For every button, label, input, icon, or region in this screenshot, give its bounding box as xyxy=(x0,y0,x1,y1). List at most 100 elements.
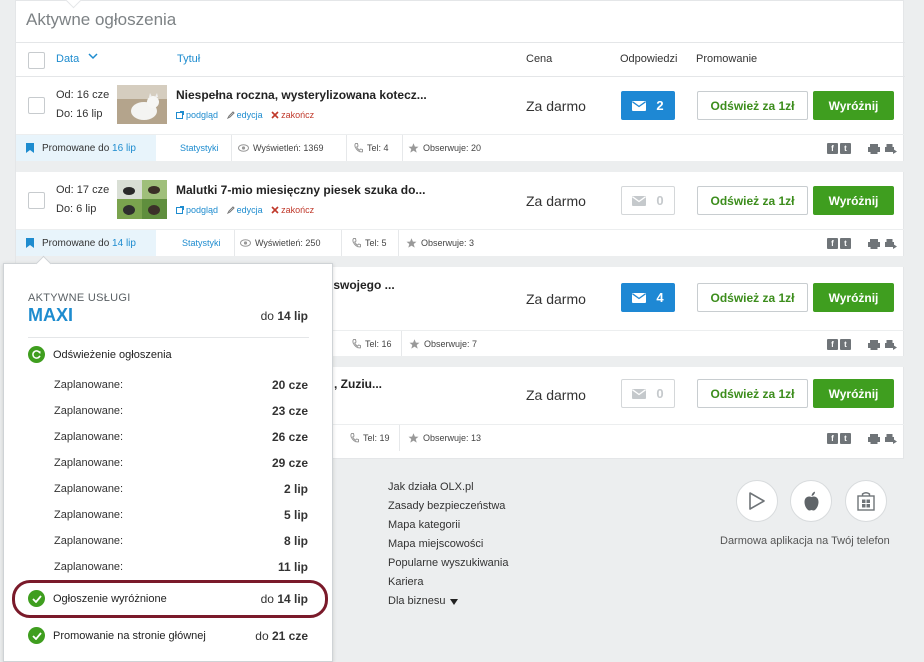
replies-button[interactable]: 2 xyxy=(621,91,675,120)
eye-icon xyxy=(238,144,249,152)
report-icon[interactable] xyxy=(885,339,897,350)
feature-button[interactable]: Wyróżnij xyxy=(813,186,894,215)
package-name: MAXI xyxy=(28,305,73,325)
listing-checkbox[interactable] xyxy=(28,192,45,209)
star-icon xyxy=(408,433,419,443)
replies-button[interactable]: 4 xyxy=(621,283,675,312)
refresh-button[interactable]: Odśwież za 1zł xyxy=(697,379,808,408)
listing-row: Od: 17 cze Do: 6 lip Malutki 7-mio miesi… xyxy=(16,172,905,229)
preview-link[interactable]: podgląd xyxy=(176,205,218,215)
watch-stat: Obserwuje: 13 xyxy=(408,433,481,443)
twitter-icon[interactable]: t xyxy=(840,433,851,444)
statistics-link[interactable]: Statystyki xyxy=(182,238,221,248)
print-icon[interactable] xyxy=(868,238,880,249)
listing-thumbnail[interactable] xyxy=(117,180,167,219)
promo-cell[interactable]: Promowane do 14 lip xyxy=(16,230,156,256)
phone-stat: Tel: 4 xyxy=(354,143,389,153)
feature-button[interactable]: Wyróżnij xyxy=(813,283,894,312)
feature-button[interactable]: Wyróżnij xyxy=(813,91,894,120)
scheduled-date: 23 cze xyxy=(271,404,308,418)
separator xyxy=(234,230,235,256)
envelope-icon xyxy=(632,388,647,399)
facebook-icon[interactable]: f xyxy=(827,339,838,350)
scheduled-date: 29 cze xyxy=(271,456,308,470)
listing-title-link[interactable]: Niespełna roczna, wysterylizowana kotecz… xyxy=(176,88,427,102)
watch-count: Obserwuje: 13 xyxy=(423,433,482,443)
windows-store-icon[interactable] xyxy=(845,480,887,522)
refresh-service-label: Odświeżenie ogłoszenia xyxy=(53,348,172,361)
promo-label: Promowane do 16 lip xyxy=(42,143,136,154)
phone-stat: Tel: 5 xyxy=(352,238,387,248)
scheduled-date: 8 lip xyxy=(283,534,308,548)
print-icon[interactable] xyxy=(868,143,880,154)
twitter-icon[interactable]: t xyxy=(840,143,851,154)
end-link[interactable]: zakończ xyxy=(271,205,314,215)
share-icons: f t xyxy=(827,339,851,350)
footer-link-business[interactable]: Dla biznesu xyxy=(388,592,508,611)
refresh-button[interactable]: Odśwież za 1zł xyxy=(697,186,808,215)
homepage-service-label: Promowanie na stronie głównej xyxy=(53,629,206,642)
promo-date: 14 lip xyxy=(112,237,136,249)
preview-link-label: podgląd xyxy=(186,110,219,120)
footer-links: Jak działa OLX.pl Zasady bezpieczeństwa … xyxy=(388,478,508,611)
scheduled-date: 2 lip xyxy=(283,482,308,496)
edit-link[interactable]: edycja xyxy=(226,110,263,120)
watch-stat: Obserwuje: 3 xyxy=(406,238,474,248)
share-icons: f t xyxy=(827,238,851,249)
promo-cell[interactable]: Promowane do 16 lip xyxy=(16,135,156,161)
listing-title-link[interactable]: Malutki 7-mio miesięczny piesek szuka do… xyxy=(176,183,425,197)
listing-checkbox[interactable] xyxy=(28,97,45,114)
refresh-icon xyxy=(28,346,45,363)
facebook-icon[interactable]: f xyxy=(827,238,838,249)
print-icon[interactable] xyxy=(868,433,880,444)
promo-label-text: Promowane do xyxy=(42,237,110,249)
share-icons: f t xyxy=(827,143,851,154)
phone-icon xyxy=(352,339,361,349)
footer-link[interactable]: Zasady bezpieczeństwa xyxy=(388,497,508,516)
price-value: Za darmo xyxy=(526,98,586,114)
edit-link[interactable]: edycja xyxy=(226,205,263,215)
footer-link[interactable]: Kariera xyxy=(388,573,508,592)
apple-icon[interactable] xyxy=(790,480,832,522)
bookmark-icon xyxy=(26,143,34,153)
refresh-button[interactable]: Odśwież za 1zł xyxy=(697,283,808,312)
end-link-label: zakończ xyxy=(281,110,315,120)
separator xyxy=(399,425,400,451)
end-link[interactable]: zakończ xyxy=(271,110,314,120)
envelope-icon xyxy=(632,100,647,111)
statistics-link[interactable]: Statystyki xyxy=(180,143,219,153)
twitter-icon[interactable]: t xyxy=(840,238,851,249)
homepage-until-prefix: do xyxy=(255,629,269,643)
refresh-button[interactable]: Odśwież za 1zł xyxy=(697,91,808,120)
footer-link[interactable]: Popularne wyszukiwania xyxy=(388,554,508,573)
facebook-icon[interactable]: f xyxy=(827,433,838,444)
chevron-down-icon[interactable] xyxy=(88,51,98,61)
listing-title-link[interactable]: , Zuziu... xyxy=(334,377,382,391)
print-icon[interactable] xyxy=(868,339,880,350)
replies-button[interactable]: 0 xyxy=(621,379,675,408)
listing-thumbnail[interactable] xyxy=(117,85,167,124)
date-to: Do: 6 lip xyxy=(56,203,97,215)
phone-icon xyxy=(350,433,359,443)
facebook-icon[interactable]: f xyxy=(827,143,838,154)
feature-button[interactable]: Wyróżnij xyxy=(813,379,894,408)
footer-link[interactable]: Mapa miejscowości xyxy=(388,535,508,554)
footer-link[interactable]: Mapa kategorii xyxy=(388,516,508,535)
replies-button[interactable]: 0 xyxy=(621,186,675,215)
preview-link[interactable]: podgląd xyxy=(176,110,218,120)
google-play-icon[interactable] xyxy=(736,480,778,522)
twitter-icon[interactable]: t xyxy=(840,339,851,350)
select-all-checkbox[interactable] xyxy=(28,52,45,69)
report-icon[interactable] xyxy=(885,433,897,444)
package-until-date: 14 lip xyxy=(277,309,308,323)
sort-by-date[interactable]: Data xyxy=(56,53,79,65)
separator xyxy=(398,230,399,256)
popup-divider xyxy=(28,337,309,338)
close-icon xyxy=(271,111,279,119)
footer-link[interactable]: Jak działa OLX.pl xyxy=(388,478,508,497)
date-from: Od: 16 cze xyxy=(56,89,110,101)
report-icon[interactable] xyxy=(885,238,897,249)
report-icon[interactable] xyxy=(885,143,897,154)
phone-icon xyxy=(354,143,363,153)
sort-by-title[interactable]: Tytuł xyxy=(177,53,200,65)
